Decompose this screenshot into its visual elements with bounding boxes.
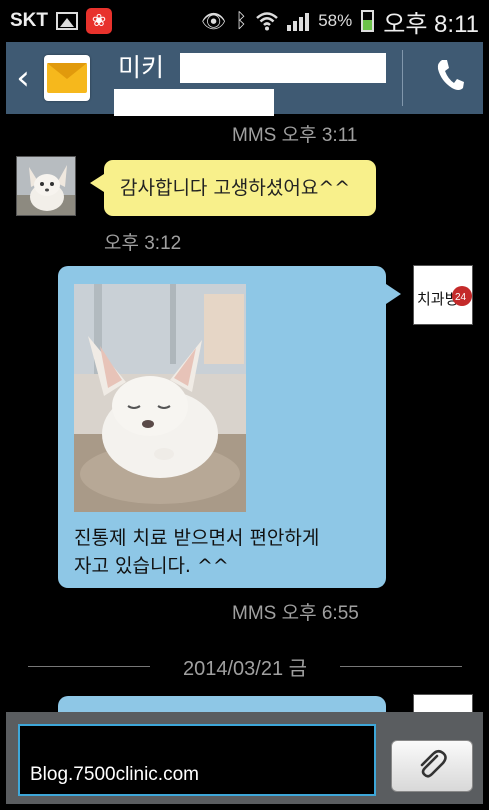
message-input-value: Blog.7500clinic.com bbox=[30, 764, 199, 785]
eye-icon: 👁 bbox=[200, 10, 227, 33]
status-bar: SKT ❀ 👁 ᛒ 58% 오후 8:11 bbox=[0, 0, 489, 42]
app-icon: ❀ bbox=[86, 8, 112, 34]
back-arrow-icon[interactable]: ‹ bbox=[6, 42, 40, 114]
clock: 오후 8:11 bbox=[383, 10, 479, 38]
redacted-number-block bbox=[114, 89, 274, 116]
mms-photo[interactable] bbox=[74, 284, 246, 512]
bluetooth-icon: ᛒ bbox=[235, 9, 248, 32]
paperclip-icon bbox=[420, 749, 447, 778]
date-divider-label: 2014/03/21 금 bbox=[182, 658, 308, 680]
conversation-header: ‹ 미키 bbox=[6, 42, 483, 116]
signal-icon bbox=[287, 11, 310, 31]
redacted-name-block bbox=[180, 53, 386, 83]
battery-percent: 58% bbox=[318, 11, 353, 30]
contact-name: 미키 bbox=[118, 54, 165, 82]
header-divider bbox=[402, 50, 403, 106]
outgoing-message-text: 진통제 치료 받으면서 편안하게 자고 있습니다. ^^ bbox=[74, 527, 320, 577]
contact-avatar[interactable] bbox=[16, 156, 76, 216]
compose-bar: Blog.7500clinic.com bbox=[6, 712, 483, 804]
svg-text:24: 24 bbox=[455, 292, 467, 303]
message-meta: MMS 오후 6:55 bbox=[232, 603, 359, 624]
attach-button[interactable] bbox=[391, 740, 473, 792]
picture-icon bbox=[56, 12, 78, 30]
own-avatar-clinic-logo[interactable]: 치과병 24 bbox=[413, 265, 473, 325]
phone-icon[interactable] bbox=[435, 58, 465, 92]
incoming-message-bubble[interactable]: 감사합니다 고생하셨어요^^ bbox=[90, 160, 376, 216]
carrier-label: SKT bbox=[10, 10, 48, 31]
message-input[interactable]: Blog.7500clinic.com bbox=[18, 724, 376, 796]
svg-text:치과병: 치과병 bbox=[417, 290, 458, 308]
message-envelope-icon[interactable] bbox=[44, 55, 90, 101]
outgoing-mms-bubble[interactable]: 진통제 치료 받으면서 편안하게 자고 있습니다. ^^ bbox=[58, 266, 401, 588]
battery-icon bbox=[361, 10, 375, 32]
wifi-icon bbox=[256, 12, 279, 31]
message-time: 오후 3:12 bbox=[104, 233, 182, 254]
date-divider: 2014/03/21 금 bbox=[28, 652, 462, 680]
message-meta: MMS 오후 3:11 bbox=[232, 125, 358, 146]
